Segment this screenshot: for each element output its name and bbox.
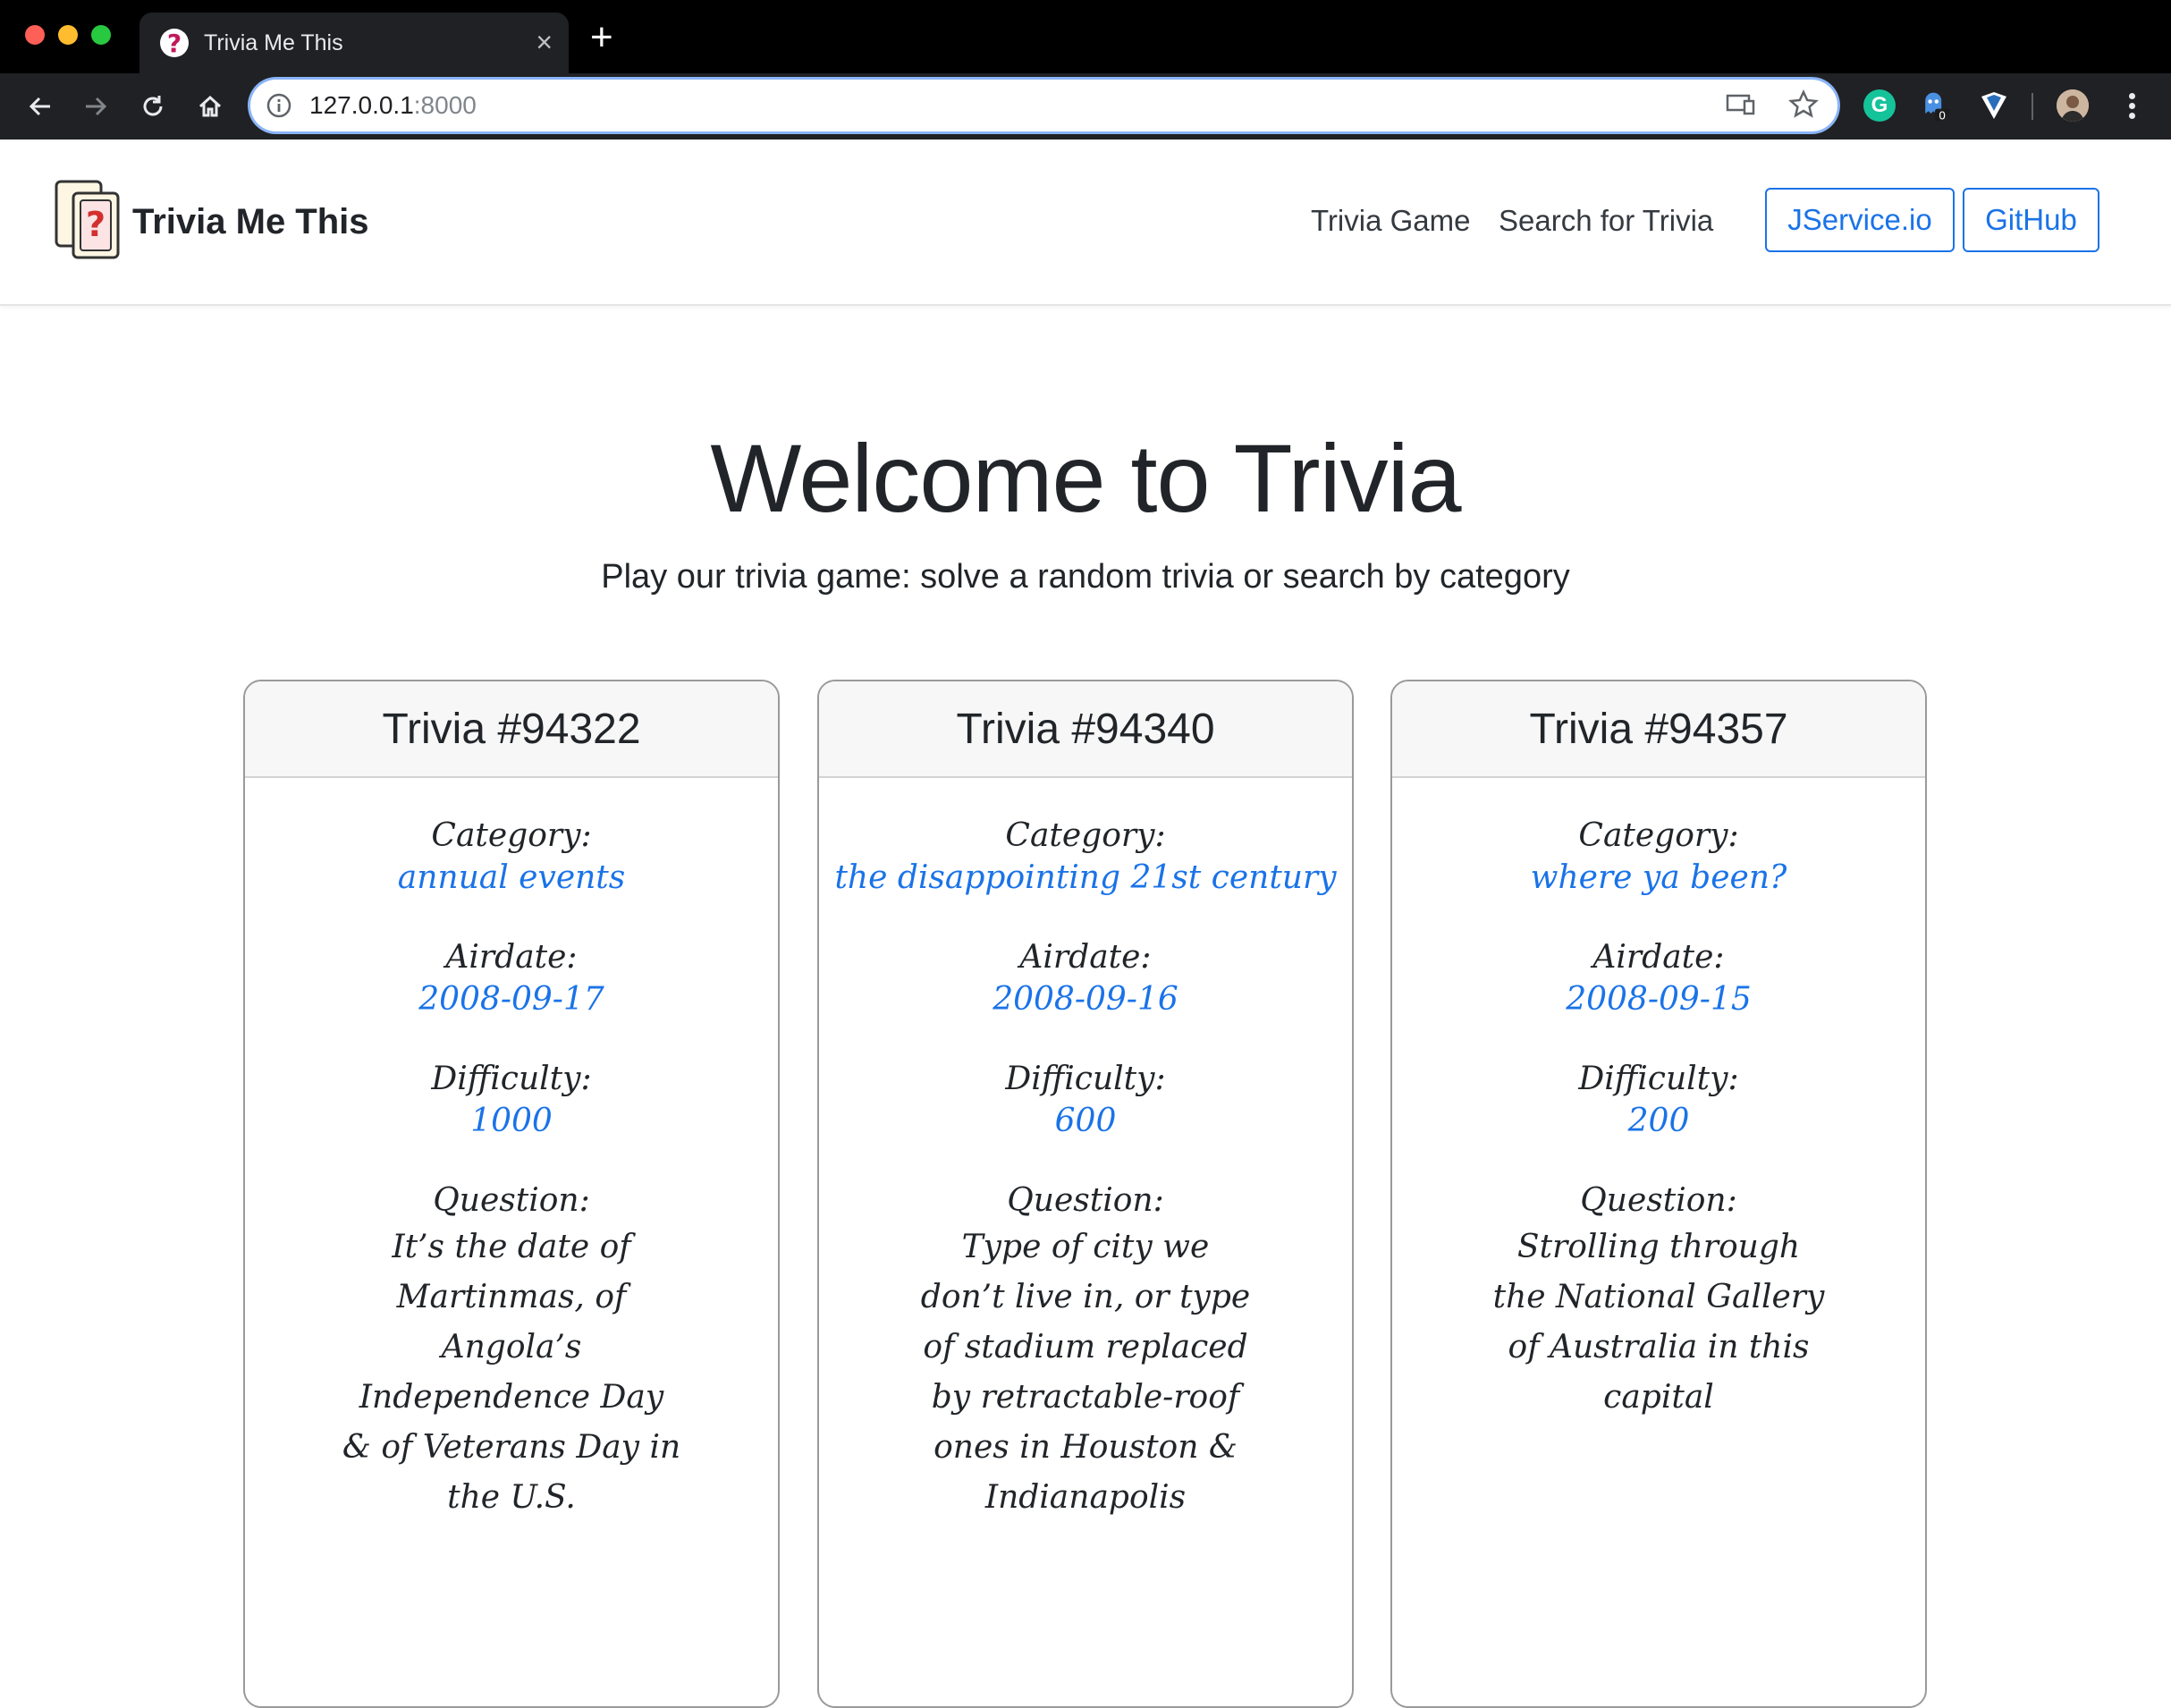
- url-text: 127.0.0.1:8000: [309, 91, 477, 119]
- airdate-value: 2008-09-16: [993, 981, 1178, 1018]
- question-text: Type of city we don’t live in, or type o…: [920, 1229, 1251, 1516]
- brand-name[interactable]: Trivia Me This: [132, 202, 369, 242]
- category-label: Category:: [1005, 817, 1166, 854]
- avatar[interactable]: [2057, 89, 2089, 122]
- close-tab-icon[interactable]: ×: [536, 27, 553, 57]
- nav-link-trivia-game[interactable]: Trivia Game: [1311, 204, 1470, 238]
- category-value: where ya been?: [1530, 859, 1787, 896]
- question-label: Question:: [1007, 1182, 1164, 1219]
- maximize-window-button[interactable]: [91, 25, 111, 45]
- difficulty-value: 1000: [470, 1103, 553, 1139]
- close-window-button[interactable]: [25, 25, 45, 45]
- question-label: Question:: [1580, 1182, 1737, 1219]
- category-label: Category:: [1578, 817, 1739, 854]
- cast-icon[interactable]: [1725, 91, 1757, 120]
- airdate-value: 2008-09-17: [418, 981, 604, 1018]
- site-navbar: ? Trivia Me This Trivia Game Search for …: [0, 140, 2171, 306]
- question-label: Question:: [433, 1182, 590, 1219]
- airdate-label: Airdate:: [445, 939, 578, 976]
- question-mark-icon: ?: [160, 29, 189, 58]
- reload-icon[interactable]: [132, 86, 173, 127]
- info-icon[interactable]: [266, 93, 291, 118]
- browser-titlebar: ? Trivia Me This × +: [0, 0, 2171, 73]
- jservice-button[interactable]: JService.io: [1765, 188, 1955, 252]
- difficulty-label: Difficulty:: [1578, 1061, 1739, 1097]
- card-title: Trivia #94322: [245, 681, 778, 778]
- back-arrow-icon[interactable]: [20, 86, 61, 127]
- airdate-label: Airdate:: [1592, 939, 1725, 976]
- question-text: It’s the date of Martinmas, of Angola’s …: [342, 1229, 681, 1516]
- page-subtitle: Play our trivia game: solve a random tri…: [601, 558, 1570, 596]
- category-label: Category:: [431, 817, 592, 854]
- address-bar[interactable]: 127.0.0.1:8000: [250, 80, 1837, 131]
- card-title: Trivia #94357: [1392, 681, 1925, 778]
- trivia-card: Trivia #94340 Category: the disappointin…: [817, 680, 1354, 1708]
- minimize-window-button[interactable]: [58, 25, 78, 45]
- github-button[interactable]: GitHub: [1963, 188, 2099, 252]
- airdate-value: 2008-09-15: [1566, 981, 1752, 1018]
- grammarly-icon[interactable]: G: [1863, 89, 1896, 122]
- airdate-label: Airdate:: [1019, 939, 1152, 976]
- shield-icon[interactable]: [1978, 89, 2010, 122]
- browser-tab[interactable]: ? Trivia Me This ×: [139, 13, 569, 73]
- forward-arrow-icon[interactable]: [75, 86, 116, 127]
- category-value: annual events: [397, 859, 626, 896]
- difficulty-label: Difficulty:: [431, 1061, 592, 1097]
- svg-text:?: ?: [167, 29, 182, 58]
- trivia-card: Trivia #94322 Category: annual events Ai…: [243, 680, 780, 1708]
- extension-badge: 0: [1939, 108, 1946, 122]
- difficulty-value: 600: [1054, 1103, 1117, 1139]
- new-tab-button[interactable]: +: [590, 18, 613, 57]
- difficulty-value: 200: [1627, 1103, 1690, 1139]
- menu-icon[interactable]: [2125, 89, 2139, 125]
- trivia-cards-logo-icon[interactable]: ?: [54, 179, 123, 261]
- home-icon[interactable]: [190, 86, 231, 127]
- difficulty-label: Difficulty:: [1005, 1061, 1166, 1097]
- category-value: the disappointing 21st century: [834, 859, 1337, 896]
- page-title: Welcome to Trivia: [710, 424, 1461, 532]
- ghostery-icon[interactable]: 0: [1919, 89, 1951, 122]
- browser-toolbar: 127.0.0.1:8000 G 0: [0, 73, 2171, 140]
- question-text: Strolling through the National Gallery o…: [1492, 1229, 1825, 1416]
- svg-text:?: ?: [86, 205, 106, 244]
- toolbar-divider: [2032, 93, 2033, 120]
- card-title: Trivia #94340: [819, 681, 1352, 778]
- nav-link-search-for-trivia[interactable]: Search for Trivia: [1499, 204, 1713, 238]
- tab-title: Trivia Me This: [204, 30, 343, 55]
- trivia-card: Trivia #94357 Category: where ya been? A…: [1390, 680, 1927, 1708]
- star-icon[interactable]: [1787, 89, 1820, 121]
